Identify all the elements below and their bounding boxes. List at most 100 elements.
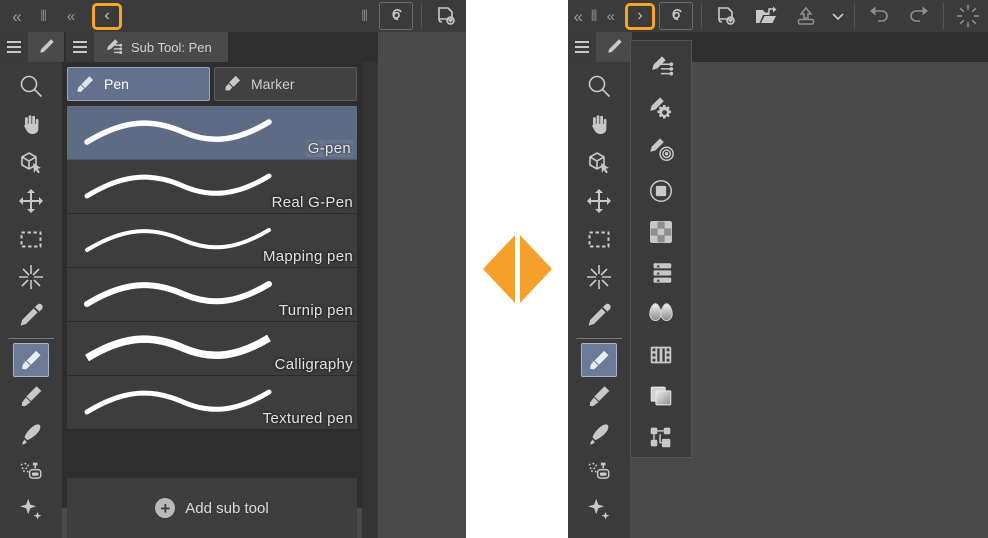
- save-export-icon[interactable]: [786, 0, 826, 32]
- left-screenshot-panel: « ⦀ « ‹ ⦀ Sub Tool: Pen Pen Marker G-pen…: [0, 0, 466, 538]
- eyedropper-tool[interactable]: [12, 296, 50, 334]
- sub-tool-category-row: Pen Marker: [67, 67, 357, 101]
- pen-tool[interactable]: [581, 343, 617, 377]
- add-sub-tool-button[interactable]: + Add sub tool: [67, 478, 357, 538]
- paintbrush-icon: [590, 424, 609, 445]
- airbrush-tool[interactable]: [12, 453, 50, 491]
- sub-tool-item-mapping-pen[interactable]: Mapping pen: [67, 214, 357, 268]
- magic-wand-tool[interactable]: [580, 258, 618, 296]
- drag-grip-left[interactable]: ⦀: [34, 1, 54, 31]
- move-tool[interactable]: [580, 182, 618, 220]
- sub-tool-item-turnip-pen[interactable]: Turnip pen: [67, 268, 357, 322]
- pencil-tool-icon: [21, 386, 42, 407]
- animation-palette-icon[interactable]: [642, 334, 680, 375]
- redo-icon[interactable]: [899, 0, 939, 32]
- rotate-3d-tool[interactable]: [580, 144, 618, 182]
- layer-palette-icon[interactable]: [642, 375, 680, 416]
- sub-tool-item-textured-pen[interactable]: Textured pen: [67, 376, 357, 430]
- color-set-palette-icon[interactable]: [642, 211, 680, 252]
- sub-tool-icon: [107, 39, 123, 54]
- layer-property-palette-icon[interactable]: [642, 252, 680, 293]
- sub-tool-icon: [652, 55, 674, 75]
- marquee-tool[interactable]: [580, 220, 618, 258]
- tool-palette-divider: [576, 338, 622, 339]
- toolbar-separator: [421, 3, 422, 29]
- pencil-tool[interactable]: [12, 377, 50, 415]
- pencil-tool[interactable]: [580, 377, 618, 415]
- open-file-icon[interactable]: [746, 0, 786, 32]
- toolbar-grip-left[interactable]: ⦀: [355, 1, 375, 31]
- subtool-scrollbar-left[interactable]: [362, 62, 378, 538]
- eyedropper-icon: [20, 303, 43, 326]
- magnifier-icon: [20, 75, 43, 98]
- magic-wand-tool[interactable]: [12, 258, 50, 296]
- palette-menu-button-left[interactable]: [0, 32, 28, 62]
- airbrush-icon: [20, 462, 42, 479]
- drag-grip-right[interactable]: ⦀: [588, 1, 600, 31]
- brush-tool[interactable]: [12, 415, 50, 453]
- pen-tool[interactable]: [13, 343, 49, 377]
- sub-tool-palette-icon[interactable]: [642, 47, 680, 88]
- hand-tool[interactable]: [12, 106, 50, 144]
- brush-settings-palette-icon[interactable]: [642, 129, 680, 170]
- clip-studio-logo-icon[interactable]: [659, 2, 694, 30]
- sub-tool-item-g-pen[interactable]: G-pen: [67, 106, 357, 160]
- subtool-tab-left[interactable]: Sub Tool: Pen: [94, 32, 228, 62]
- hand-tool[interactable]: [580, 106, 618, 144]
- brush-tool[interactable]: [580, 415, 618, 453]
- cube-cursor-icon: [589, 152, 609, 174]
- move-tool[interactable]: [12, 182, 50, 220]
- eyedropper-tool[interactable]: [580, 296, 618, 334]
- hamburger-icon: [575, 38, 589, 56]
- subtool-menu-button-left[interactable]: [66, 32, 94, 62]
- pen-target-icon: [650, 137, 674, 161]
- magic-wand-icon: [19, 265, 43, 289]
- collapse-all-button-left[interactable]: «: [0, 1, 34, 31]
- eyedropper-icon: [588, 303, 611, 326]
- decoration-tool[interactable]: [12, 491, 50, 529]
- sub-tool-item-real-g-pen[interactable]: Real G-Pen: [67, 160, 357, 214]
- collapse-button-left[interactable]: «: [54, 1, 88, 31]
- gradient-tones-palette-icon[interactable]: [642, 293, 680, 334]
- rotate-3d-tool[interactable]: [12, 144, 50, 182]
- new-document-icon[interactable]: [426, 0, 466, 32]
- marquee-tool[interactable]: [12, 220, 50, 258]
- airbrush-icon: [588, 462, 610, 479]
- marker-group-icon: [225, 75, 241, 91]
- screenshot-root: « ⦀ « ‹ ⦀ Sub Tool: Pen Pen Marker G-pen…: [0, 0, 988, 538]
- expand-right-arrow-button[interactable]: ›: [625, 2, 656, 30]
- sub-tool-item-calligraphy[interactable]: Calligraphy: [67, 322, 357, 376]
- burst-icon[interactable]: [948, 0, 988, 32]
- sub-tool-group-pen-label: Pen: [104, 76, 129, 92]
- color-circle-palette-icon[interactable]: [642, 170, 680, 211]
- airbrush-tool[interactable]: [580, 453, 618, 491]
- clip-studio-logo-icon[interactable]: [379, 2, 413, 30]
- right-arrow-marker: [519, 235, 552, 303]
- color-set-icon: [649, 220, 673, 243]
- magic-wand-icon: [587, 265, 611, 289]
- undo-icon[interactable]: [859, 0, 899, 32]
- chevron-down-icon[interactable]: [826, 0, 850, 32]
- tool-property-palette-icon[interactable]: [642, 88, 680, 129]
- new-document-icon[interactable]: [706, 0, 746, 32]
- pencil-tool-icon: [589, 386, 610, 407]
- collapse-all-button-right[interactable]: «: [568, 1, 588, 31]
- expand-left-arrow-button[interactable]: ‹: [92, 2, 122, 30]
- palette-menu-button-right[interactable]: [568, 32, 596, 62]
- tool-tab-right[interactable]: [596, 32, 632, 62]
- sub-tool-group-pen[interactable]: Pen: [67, 67, 210, 101]
- sub-tool-group-marker[interactable]: Marker: [214, 67, 357, 101]
- pen-icon: [21, 350, 41, 370]
- tool-tab-left[interactable]: [28, 32, 64, 62]
- layers-icon: [650, 386, 672, 405]
- zoom-tool[interactable]: [580, 68, 618, 106]
- subtool-tab-label-left: Sub Tool: Pen: [131, 39, 212, 55]
- decoration-tool[interactable]: [580, 491, 618, 529]
- collapse-button-right[interactable]: «: [601, 1, 621, 31]
- add-sub-tool-label: Add sub tool: [185, 499, 269, 517]
- zoom-tool[interactable]: [12, 68, 50, 106]
- material-palette-icon[interactable]: [642, 416, 680, 457]
- sub-tool-item-label: Calligraphy: [274, 356, 353, 373]
- film-strip-icon: [650, 346, 672, 363]
- hand-icon: [592, 115, 607, 134]
